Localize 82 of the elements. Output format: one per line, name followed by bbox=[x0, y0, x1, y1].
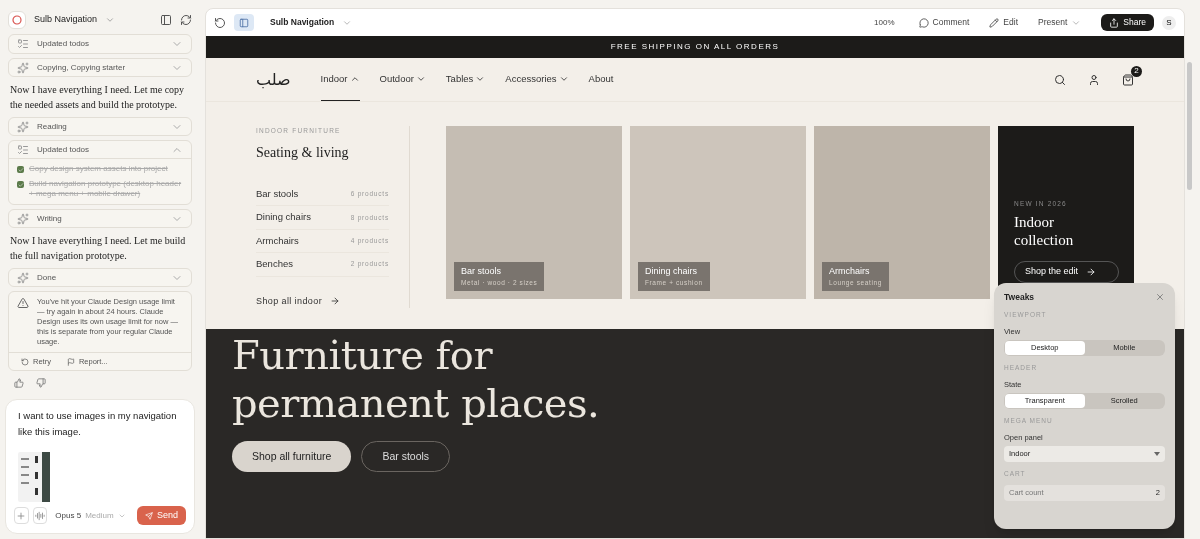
panel-title: Tweaks bbox=[1004, 291, 1035, 304]
chevron-icon bbox=[558, 74, 569, 84]
account-icon[interactable] bbox=[1088, 73, 1100, 86]
reload-icon[interactable] bbox=[214, 16, 226, 29]
waveform-icon bbox=[35, 510, 45, 521]
shop-all-link[interactable]: Shop all indoor bbox=[256, 294, 389, 308]
list-icon bbox=[17, 38, 29, 50]
chevron-up-icon bbox=[349, 74, 360, 84]
toolbar-button[interactable]: Present bbox=[1038, 16, 1082, 29]
add-button[interactable] bbox=[14, 507, 29, 524]
hero-heading: Furniture for permanent places. bbox=[232, 331, 600, 427]
warning-icon bbox=[17, 297, 29, 309]
checkbox[interactable] bbox=[17, 166, 24, 173]
step-label: Copying, Copying starter bbox=[37, 61, 127, 74]
voice-button[interactable] bbox=[32, 507, 48, 524]
nav-item[interactable]: Tables bbox=[445, 58, 486, 101]
panel-icon[interactable] bbox=[160, 14, 172, 26]
user-avatar[interactable]: S bbox=[1162, 15, 1176, 30]
message-text: Now I have everything I need. Let me copy the needed assets and build the prototype. bbox=[9, 83, 186, 112]
step-label: Updated todos bbox=[37, 143, 91, 156]
step-card[interactable]: Done bbox=[8, 268, 192, 287]
zoom-level[interactable]: 100% bbox=[874, 16, 895, 29]
thumbs-down-icon[interactable] bbox=[36, 378, 46, 388]
panel-icon bbox=[239, 17, 249, 28]
retry-icon bbox=[21, 357, 29, 366]
step-card[interactable]: Copying, Copying starter bbox=[8, 58, 192, 77]
sparkle-icon bbox=[17, 120, 29, 133]
layout-button[interactable] bbox=[234, 14, 254, 31]
todo-text: Copy design system assets into project bbox=[29, 164, 168, 174]
chevron-icon bbox=[415, 74, 426, 84]
dropdown-icon bbox=[1154, 451, 1160, 456]
pencil-icon bbox=[989, 17, 1000, 28]
toolbar-button[interactable]: Comment bbox=[918, 16, 970, 29]
scrollbar[interactable] bbox=[1187, 62, 1192, 190]
sparkle-icon bbox=[17, 212, 29, 225]
promo-title: Indoor collection bbox=[1014, 213, 1075, 249]
site-logo[interactable]: صلب bbox=[256, 67, 291, 92]
search-icon[interactable] bbox=[1054, 73, 1066, 86]
send-icon bbox=[144, 511, 153, 520]
nav-item[interactable]: About bbox=[588, 58, 614, 101]
flag-icon bbox=[66, 357, 75, 366]
step-card[interactable]: Writing bbox=[8, 209, 192, 228]
nav-item[interactable]: Outdoor bbox=[379, 58, 426, 101]
chevron-icon[interactable] bbox=[105, 15, 116, 25]
arrow-icon bbox=[330, 296, 341, 307]
attachment-thumbnail[interactable] bbox=[18, 452, 50, 502]
todo-text: Build navigation prototype (desktop header + mega menu + mobile drawer) bbox=[29, 179, 183, 199]
share-icon bbox=[1109, 17, 1120, 28]
checkbox[interactable] bbox=[17, 181, 24, 188]
plus-icon bbox=[16, 510, 27, 521]
step-label: Done bbox=[37, 271, 58, 284]
cart-badge: 2 bbox=[1131, 65, 1142, 77]
share-button[interactable]: Share bbox=[1101, 14, 1154, 31]
step-label: Reading bbox=[37, 120, 68, 133]
todo-header[interactable]: Updated todos bbox=[9, 35, 191, 53]
shop-all-button[interactable]: Shop all furniture bbox=[232, 441, 352, 472]
arrow-icon bbox=[1086, 267, 1097, 277]
step-label: Writing bbox=[37, 212, 63, 225]
step-card[interactable]: Reading bbox=[8, 117, 192, 136]
project-title[interactable]: Sulb Navigation bbox=[34, 13, 98, 27]
comment-icon bbox=[918, 17, 929, 28]
menu-heading: Seating & living bbox=[256, 143, 350, 162]
step-label: Updated todos bbox=[37, 38, 91, 50]
refresh-icon[interactable] bbox=[180, 14, 192, 26]
message-text: Now I have everything I need. Let me build the full navigation prototype. bbox=[9, 234, 187, 263]
nav-item[interactable]: Accessories bbox=[505, 58, 569, 101]
message-input[interactable]: I want to use images in my navigation like this image. bbox=[14, 408, 186, 440]
cart-icon[interactable] bbox=[1122, 73, 1134, 86]
file-title[interactable]: Sulb Navigation bbox=[270, 16, 335, 29]
thumbs-up-icon[interactable] bbox=[14, 378, 24, 388]
model-selector[interactable]: Opus 5 Medium bbox=[55, 509, 126, 522]
sparkle-icon bbox=[17, 271, 29, 284]
toolbar-button[interactable]: Edit bbox=[989, 16, 1018, 29]
sparkle-icon bbox=[17, 61, 29, 74]
close-icon[interactable] bbox=[1155, 292, 1165, 303]
send-button[interactable]: Send bbox=[136, 506, 186, 525]
check-icon bbox=[17, 166, 24, 173]
list-icon bbox=[17, 143, 29, 156]
shipping-banner: FREE SHIPPING ON ALL ORDERS bbox=[206, 36, 1184, 58]
check-icon bbox=[17, 181, 24, 188]
todo-header[interactable]: Updated todos bbox=[9, 141, 191, 159]
chevron-icon bbox=[475, 74, 486, 84]
